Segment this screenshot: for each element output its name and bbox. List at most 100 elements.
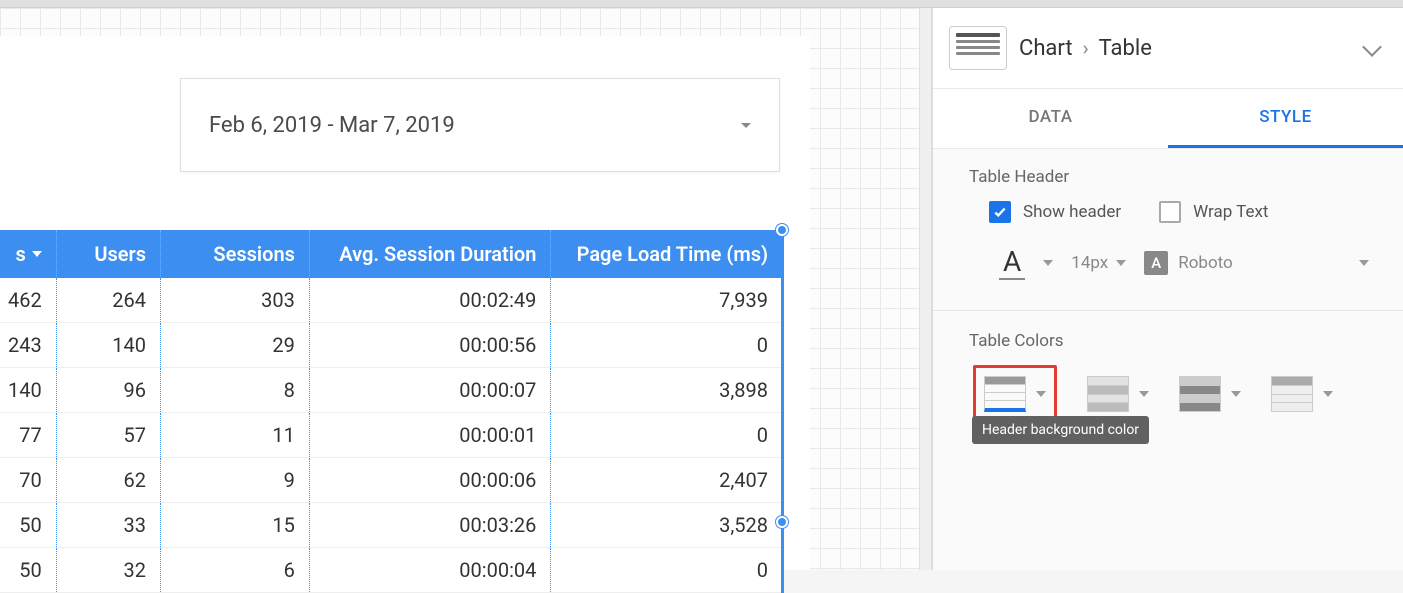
alt-row-color-picker[interactable] <box>1179 376 1241 412</box>
properties-sidebar: Chart › Table DATA STYLE Table Header Sh… <box>932 8 1403 570</box>
checkbox-wrap-text[interactable]: Wrap Text <box>1159 201 1268 223</box>
checkbox-label: Wrap Text <box>1193 202 1268 222</box>
divider <box>933 310 1403 311</box>
table-cell: 3,898 <box>551 368 782 413</box>
checkbox-icon <box>1159 201 1181 223</box>
font-color-picker[interactable]: A <box>999 245 1025 280</box>
table-cell: 9 <box>161 458 310 503</box>
chevron-down-icon <box>1116 260 1126 266</box>
border-color-picker[interactable] <box>1271 376 1333 412</box>
table-cell: 96 <box>56 368 160 413</box>
table-cell: 303 <box>161 278 310 323</box>
tab-style[interactable]: STYLE <box>1168 89 1403 148</box>
column-header: s <box>15 242 25 266</box>
table-cell: 33 <box>56 503 160 548</box>
table-cell: 57 <box>56 413 160 458</box>
table-cell: 00:00:06 <box>309 458 551 503</box>
table-cell: 62 <box>56 458 160 503</box>
chevron-down-icon <box>1362 37 1382 57</box>
table-cell: 0 <box>551 323 782 368</box>
table-cell: 140 <box>56 323 160 368</box>
sidebar-gutter[interactable] <box>920 8 932 570</box>
table-cell: 50 <box>0 503 56 548</box>
table-cell: 32 <box>56 548 160 593</box>
checkbox-show-header[interactable]: Show header <box>989 201 1121 223</box>
table-cell: 3,528 <box>551 503 782 548</box>
table-cell: 243 <box>0 323 56 368</box>
chevron-down-icon <box>1359 260 1369 266</box>
table-cell: 00:03:26 <box>309 503 551 548</box>
checkbox-icon <box>989 201 1011 223</box>
table-cell: 140 <box>0 368 56 413</box>
tooltip: Header background color <box>972 416 1149 444</box>
header-bg-color-picker[interactable]: Header background color <box>973 365 1057 423</box>
app-topbar <box>0 0 1403 8</box>
table-row[interactable]: 50331500:03:263,528 <box>0 503 782 548</box>
table-cell: 11 <box>161 413 310 458</box>
color-swatch-icon <box>1179 376 1221 412</box>
sidebar-tabs: DATA STYLE <box>933 89 1403 149</box>
table-cell: 0 <box>551 548 782 593</box>
table-cell: 00:00:07 <box>309 368 551 413</box>
chevron-down-icon <box>1043 260 1053 266</box>
chevron-down-icon <box>741 123 751 128</box>
font-size-value: 14px <box>1071 253 1108 273</box>
selection-handle[interactable] <box>776 224 788 236</box>
chevron-down-icon <box>1139 391 1149 397</box>
section-title-table-colors: Table Colors <box>969 331 1379 351</box>
date-range-picker[interactable]: Feb 6, 2019 - Mar 7, 2019 <box>180 78 780 172</box>
breadcrumb-root[interactable]: Chart <box>1019 36 1073 61</box>
color-swatch-icon <box>984 376 1026 412</box>
breadcrumb: Chart › Table <box>933 8 1403 89</box>
selection-border <box>781 230 784 593</box>
table-row[interactable]: 14096800:00:073,898 <box>0 368 782 413</box>
color-swatch-icon <box>1087 376 1129 412</box>
font-size-select[interactable]: 14px <box>1071 253 1126 273</box>
table-row[interactable]: 77571100:00:010 <box>0 413 782 458</box>
table-cell: 6 <box>161 548 310 593</box>
sort-desc-icon <box>32 251 42 257</box>
column-header: Sessions <box>213 242 295 266</box>
table-cell: 264 <box>56 278 160 323</box>
tab-data[interactable]: DATA <box>933 89 1168 148</box>
table-cell: 77 <box>0 413 56 458</box>
row-color-picker[interactable] <box>1087 376 1149 412</box>
table-cell: 50 <box>0 548 56 593</box>
color-swatch-icon <box>1271 376 1313 412</box>
section-title-table-header: Table Header <box>969 167 1379 187</box>
font-family-select[interactable]: A Roboto <box>1144 251 1379 275</box>
table-cell: 00:00:01 <box>309 413 551 458</box>
canvas-area[interactable]: Feb 6, 2019 - Mar 7, 2019 s Users Sessio… <box>0 8 920 570</box>
table-cell: 29 <box>161 323 310 368</box>
table-cell: 7,939 <box>551 278 782 323</box>
table-row[interactable]: 7062900:00:062,407 <box>0 458 782 503</box>
table-cell: 462 <box>0 278 56 323</box>
column-header: Avg. Session Duration <box>339 242 536 266</box>
chevron-down-icon <box>1323 391 1333 397</box>
table-cell: 0 <box>551 413 782 458</box>
column-header: Page Load Time (ms) <box>577 242 768 266</box>
table-cell: 00:00:04 <box>309 548 551 593</box>
chevron-right-icon: › <box>1083 36 1089 60</box>
checkbox-label: Show header <box>1023 202 1121 222</box>
breadcrumb-leaf[interactable]: Table <box>1099 36 1152 61</box>
table-row[interactable]: 46226430300:02:497,939 <box>0 278 782 323</box>
chevron-down-icon <box>1036 391 1046 397</box>
table-cell: 00:00:56 <box>309 323 551 368</box>
chevron-down-icon <box>1231 391 1241 397</box>
date-range-text: Feb 6, 2019 - Mar 7, 2019 <box>209 113 455 138</box>
expand-toggle[interactable] <box>1365 39 1379 58</box>
table-row[interactable]: 5032600:00:040 <box>0 548 782 593</box>
font-family-value: Roboto <box>1178 253 1233 273</box>
table-chart-icon <box>949 26 1007 70</box>
table-row[interactable]: 2431402900:00:560 <box>0 323 782 368</box>
table-cell: 2,407 <box>551 458 782 503</box>
column-header: Users <box>94 242 146 266</box>
data-table[interactable]: s Users Sessions Avg. Session Duration P… <box>0 230 782 593</box>
table-cell: 70 <box>0 458 56 503</box>
selection-handle[interactable] <box>776 516 788 528</box>
font-icon: A <box>1144 251 1168 275</box>
table-cell: 15 <box>161 503 310 548</box>
table-header-row[interactable]: s Users Sessions Avg. Session Duration P… <box>0 230 782 278</box>
table-cell: 8 <box>161 368 310 413</box>
